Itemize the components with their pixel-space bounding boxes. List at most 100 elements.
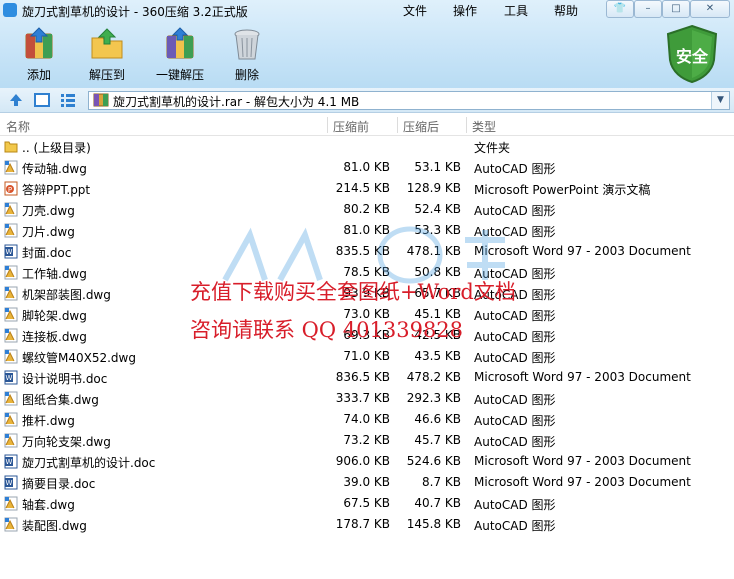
dwg-file-icon [4,433,18,448]
menu-operation[interactable]: 操作 [453,2,477,19]
file-name: 机架部装图.dwg [22,288,111,302]
ppt-file-icon: P [4,181,18,196]
maximize-button[interactable]: □ [662,0,690,18]
minimize-button[interactable]: – [634,0,662,18]
security-label: 安全 [675,47,708,66]
svg-text:P: P [8,186,12,194]
column-header-row: 名称 压缩前 压缩后 类型 [0,115,734,136]
table-row[interactable]: .. (上级目录) 文件夹 [0,136,734,157]
svg-text:W: W [6,248,13,256]
file-name: 刀壳.dwg [22,204,75,218]
file-name: 轴套.dwg [22,498,75,512]
trash-icon [229,26,265,62]
table-row[interactable]: 轴套.dwg 67.5 KB 40.7 KB AutoCAD 图形 [0,493,734,514]
extract-to-label: 解压到 [88,68,125,82]
file-name: 推杆.dwg [22,414,75,428]
address-field[interactable]: 旋刀式割草机的设计.rar - 解包大小为 4.1 MB ▼ [88,91,730,110]
column-compressed[interactable]: 压缩前 [333,118,369,135]
file-name: .. (上级目录) [22,141,91,155]
file-type: AutoCAD 图形 [474,414,556,428]
table-row[interactable]: 推杆.dwg 74.0 KB 46.6 KB AutoCAD 图形 [0,409,734,430]
add-archive-icon [21,26,57,62]
table-row[interactable]: W 摘要目录.doc 39.0 KB 8.7 KB Microsoft Word 97 … [0,472,734,493]
dwg-file-icon [4,349,18,364]
address-text: 旋刀式割草机的设计.rar - 解包大小为 4.1 MB [113,95,360,109]
close-button[interactable]: ✕ [690,0,730,18]
file-type: 文件夹 [474,141,511,155]
app-logo-icon [3,3,17,17]
file-type: Microsoft Word 97 - 2003 Document [474,370,691,384]
file-type: Microsoft Word 97 - 2003 Document [474,454,691,468]
extract-to-button[interactable]: 解压到 [76,26,138,83]
dwg-file-icon [4,328,18,343]
view-list-icon[interactable] [60,92,76,108]
table-row[interactable]: 图纸合集.dwg 333.7 KB 292.3 KB AutoCAD 图形 [0,388,734,409]
address-dropdown-button[interactable]: ▼ [711,92,729,109]
menu-help[interactable]: 帮助 [554,2,578,19]
up-arrow-icon[interactable] [8,92,24,108]
svg-text:W: W [6,374,13,382]
add-button[interactable]: 添加 [8,26,70,83]
column-name[interactable]: 名称 [6,118,30,135]
add-label: 添加 [26,68,51,82]
file-name: 设计说明书.doc [22,372,108,386]
dwg-file-icon [4,391,18,406]
navigation-bar: 旋刀式割草机的设计.rar - 解包大小为 4.1 MB ▼ [0,88,734,113]
dwg-file-icon [4,265,18,280]
file-size-after: 45.7 KB [414,433,461,447]
file-size-before: 906.0 KB [335,454,390,468]
svg-text:W: W [6,479,13,487]
doc-file-icon: W [4,454,18,469]
file-name: 答辩PPT.ppt [22,183,91,197]
dwg-file-icon [4,517,18,532]
column-type[interactable]: 类型 [472,118,496,135]
file-name: 封面.doc [22,246,72,260]
file-size-after: 292.3 KB [406,391,461,405]
security-shield[interactable]: 安全 [664,24,720,84]
dwg-file-icon [4,412,18,427]
delete-label: 删除 [234,68,259,82]
table-row[interactable]: 装配图.dwg 178.7 KB 145.8 KB AutoCAD 图形 [0,514,734,535]
file-size-after: 40.7 KB [414,496,461,510]
file-size-before: 73.2 KB [343,433,390,447]
menu-tools[interactable]: 工具 [504,2,528,19]
file-size-after: 46.6 KB [414,412,461,426]
archive-icon [93,93,109,107]
file-name: 旋刀式割草机的设计.doc [22,456,156,470]
delete-button[interactable]: 删除 [216,26,278,83]
file-size-after: 128.9 KB [406,181,461,195]
file-type: AutoCAD 图形 [474,498,556,512]
file-size-before: 71.0 KB [343,349,390,363]
file-type: AutoCAD 图形 [474,519,556,533]
file-size-before: 333.7 KB [335,391,390,405]
column-uncompressed[interactable]: 压缩后 [403,118,439,135]
file-type: AutoCAD 图形 [474,309,556,323]
file-type: AutoCAD 图形 [474,162,556,176]
view-icons-icon[interactable] [34,92,50,108]
file-size-before: 178.7 KB [335,517,390,531]
title-and-toolbar-area: 旋刀式割草机的设计 - 360压缩 3.2正式版 文件 操作 工具 帮助 👕 –… [0,0,734,92]
menu-file[interactable]: 文件 [403,2,427,19]
watermark-text-line2: 咨询请联系 QQ 401339828 [190,318,464,342]
file-name: 图纸合集.dwg [22,393,99,407]
file-name: 装配图.dwg [22,519,87,533]
table-row[interactable]: W 旋刀式割草机的设计.doc 906.0 KB 524.6 KB Microsoft … [0,451,734,472]
file-type: AutoCAD 图形 [474,435,556,449]
doc-file-icon: W [4,370,18,385]
file-size-after: 8.7 KB [422,475,461,489]
table-row[interactable]: 万向轮支架.dwg 73.2 KB 45.7 KB AutoCAD 图形 [0,430,734,451]
file-size-before: 67.5 KB [343,496,390,510]
dwg-file-icon [4,223,18,238]
file-size-after: 43.5 KB [414,349,461,363]
file-size-after: 524.6 KB [406,454,461,468]
one-click-extract-icon [162,26,198,62]
dwg-file-icon [4,202,18,217]
table-row[interactable]: W 设计说明书.doc 836.5 KB 478.2 KB Microsoft Word… [0,367,734,388]
one-click-extract-button[interactable]: 一键解压 [148,26,212,83]
file-size-before: 39.0 KB [343,475,390,489]
table-row[interactable]: 螺纹管M40X52.dwg 71.0 KB 43.5 KB AutoCAD 图形 [0,346,734,367]
table-row[interactable]: 传动轴.dwg 81.0 KB 53.1 KB AutoCAD 图形 [0,157,734,178]
folder-file-icon [4,139,18,154]
skin-button[interactable]: 👕 [606,0,634,18]
table-row[interactable]: P 答辩PPT.ppt 214.5 KB 128.9 KB Microsoft Powe… [0,178,734,199]
